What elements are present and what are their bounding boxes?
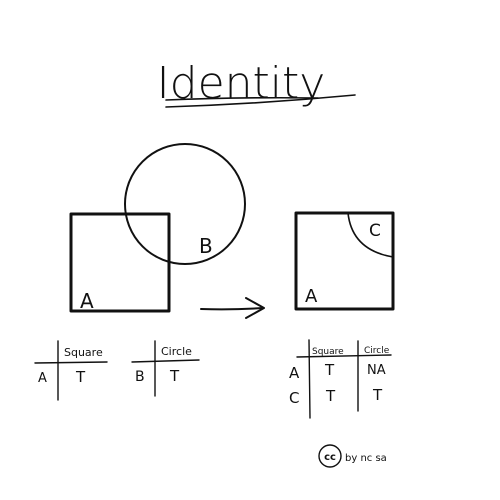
table-square-row-label: A — [38, 371, 47, 386]
license-badge: cc by nc sa — [318, 444, 387, 468]
table-result-vline-1 — [308, 339, 311, 419]
table-square-header: Square — [64, 346, 103, 359]
table-circle-hline — [131, 359, 200, 363]
table-circle: Circle B T — [131, 340, 200, 397]
left-circle-label: B — [199, 234, 213, 258]
right-square-label: A — [305, 286, 318, 307]
table-circle-row-value: T — [169, 367, 180, 385]
table-square-hline — [34, 361, 108, 364]
cc-icon-text: cc — [324, 452, 336, 463]
license-text: by nc sa — [345, 453, 387, 464]
arrow-shaft — [200, 307, 264, 311]
table-result-row2-square: T — [325, 387, 336, 405]
table-result-row1-square: T — [324, 361, 335, 379]
left-square-label: A — [80, 289, 94, 313]
page-title: Identity — [157, 58, 326, 109]
table-square-row-value: T — [75, 368, 86, 386]
title-group: Identity — [157, 58, 356, 109]
right-intersection-label: C — [369, 221, 381, 241]
table-square: Square A T — [34, 340, 108, 401]
table-result-row1-label: A — [289, 364, 300, 382]
table-result-row2-label: C — [289, 389, 299, 407]
table-result: Square Circle A T NA C T T — [289, 339, 392, 419]
table-circle-header: Circle — [161, 345, 192, 358]
left-circle — [124, 143, 246, 265]
table-result-row2-circle: T — [372, 386, 383, 404]
table-result-row1-circle: NA — [367, 363, 386, 378]
transform-arrow — [200, 297, 265, 319]
diagram-canvas: Identity A B C A Square A T Circle B T S… — [34, 58, 395, 468]
table-circle-row-label: B — [135, 369, 145, 385]
right-figure: C A — [294, 211, 395, 311]
left-figure: A B — [69, 143, 246, 313]
